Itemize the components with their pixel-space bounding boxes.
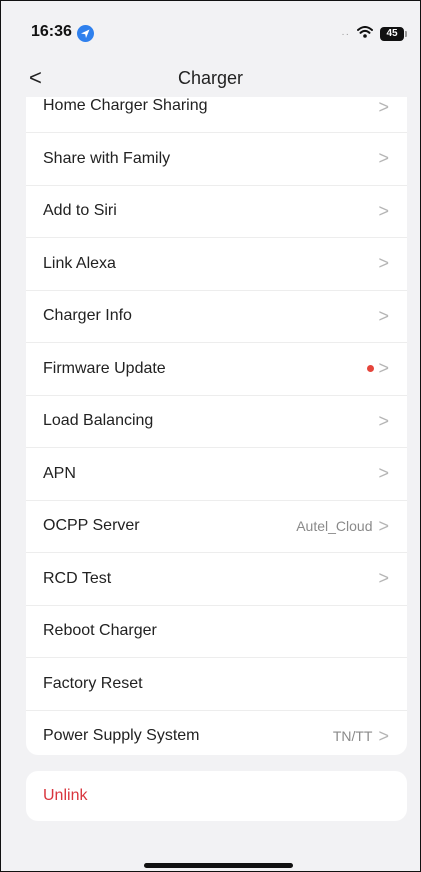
list-item-label: OCPP Server — [43, 517, 140, 535]
chevron-right-icon: > — [378, 568, 389, 589]
list-item-label: APN — [43, 464, 76, 482]
status-indicators: ·· 45 — [341, 25, 407, 43]
list-item-rcd-test[interactable]: RCD Test > — [26, 553, 407, 606]
cellular-signal-icon: ·· — [341, 28, 350, 40]
phone-screen: 16:36 ·· 45 < Charger Home Charger Shari… — [0, 0, 421, 872]
list-item-label: Power Supply System — [43, 727, 200, 745]
chevron-right-icon: > — [378, 200, 389, 221]
list-item-power-supply-system[interactable]: Power Supply System TN/TT > — [26, 711, 407, 756]
list-item-label: Factory Reset — [43, 674, 143, 692]
home-indicator[interactable] — [144, 863, 293, 868]
page-title: Charger — [177, 68, 244, 88]
status-time: 16:36 — [31, 23, 72, 40]
wifi-icon — [357, 25, 373, 43]
list-item-apn[interactable]: APN > — [26, 448, 407, 501]
chevron-right-icon: > — [378, 97, 389, 117]
list-item-share-with-family[interactable]: Share with Family > — [26, 133, 407, 186]
list-item-label: Reboot Charger — [43, 622, 157, 640]
update-badge-dot — [367, 365, 375, 373]
unlink-button[interactable]: Unlink — [26, 771, 407, 821]
chevron-right-icon: > — [378, 725, 389, 746]
list-item-label: Charger Info — [43, 307, 132, 325]
list-item-label: Share with Family — [43, 149, 171, 167]
chevron-right-icon: > — [378, 305, 389, 326]
charger-settings-list: Home Charger Sharing > Share with Family… — [26, 97, 407, 755]
location-arrow-icon — [77, 25, 94, 42]
list-item-label: RCD Test — [43, 569, 112, 587]
list-item-label: Home Charger Sharing — [43, 97, 208, 114]
list-item-value: Autel_Cloud — [296, 518, 373, 535]
battery-icon: 45 — [380, 27, 407, 41]
list-item-label: Load Balancing — [43, 412, 154, 430]
list-item-load-balancing[interactable]: Load Balancing > — [26, 396, 407, 448]
list-item-reboot-charger[interactable]: Reboot Charger — [26, 606, 407, 658]
chevron-right-icon: > — [378, 358, 389, 379]
list-item-add-to-siri[interactable]: Add to Siri > — [26, 186, 407, 238]
unlink-label: Unlink — [43, 787, 88, 804]
list-item-factory-reset[interactable]: Factory Reset — [26, 658, 407, 711]
list-item-label: Add to Siri — [43, 202, 117, 220]
list-item-label: Link Alexa — [43, 254, 116, 272]
chevron-right-icon: > — [378, 463, 389, 484]
list-item-label: Firmware Update — [43, 359, 166, 377]
list-item-value: TN/TT — [332, 728, 373, 745]
chevron-right-icon: > — [378, 148, 389, 169]
list-item-link-alexa[interactable]: Link Alexa > — [26, 238, 407, 291]
list-item-ocpp-server[interactable]: OCPP Server Autel_Cloud > — [26, 501, 407, 553]
list-item-charger-info[interactable]: Charger Info > — [26, 291, 407, 343]
list-item-home-charger-sharing[interactable]: Home Charger Sharing > — [26, 97, 407, 133]
list-item-firmware-update[interactable]: Firmware Update > — [26, 343, 407, 396]
status-bar: 16:36 ·· 45 — [1, 1, 420, 59]
chevron-right-icon: > — [378, 515, 389, 536]
chevron-right-icon: > — [378, 253, 389, 274]
chevron-right-icon: > — [378, 410, 389, 431]
